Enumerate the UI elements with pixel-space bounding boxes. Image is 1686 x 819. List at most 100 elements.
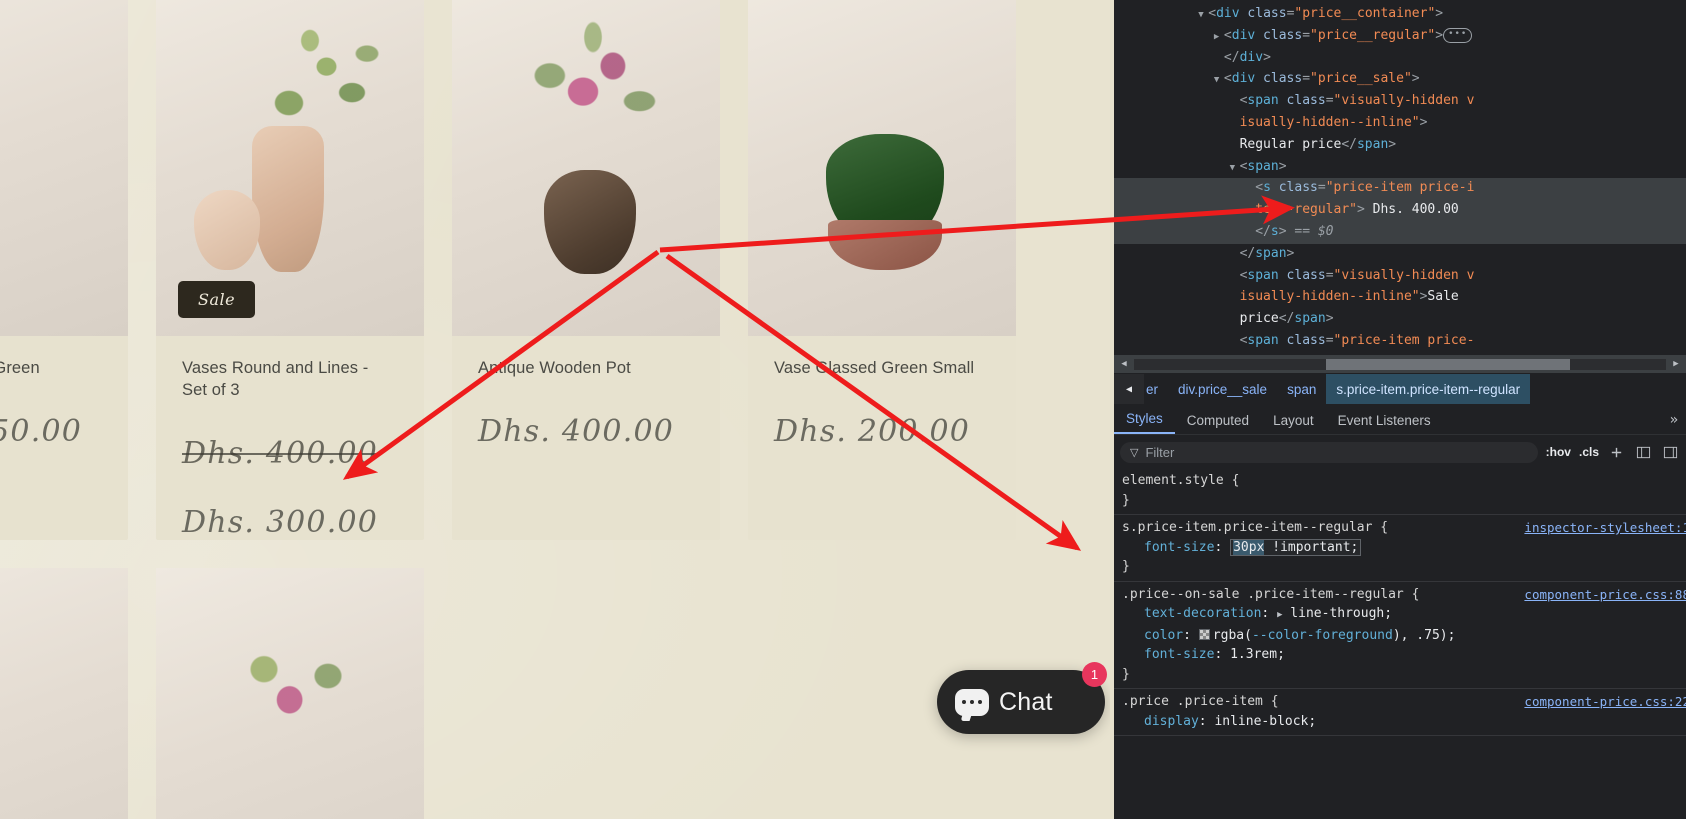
css-declaration[interactable]: color: rgba(--color-foreground), .75); — [1122, 626, 1686, 646]
dom-node-line[interactable]: ▶ <div class="price__regular"> ••• — [1114, 26, 1686, 48]
styles-filter-bar: ▽ Filter :hov .cls — [1114, 436, 1686, 469]
devtools-sidebar-tabs[interactable]: Styles Computed Layout Event Listeners » — [1114, 404, 1686, 435]
dom-node-line[interactable]: ▼ <div class="price__sale"> — [1114, 69, 1686, 91]
twisty-expanded-icon[interactable]: ▼ — [1198, 5, 1208, 26]
css-property: text-decoration — [1144, 606, 1262, 621]
product-card[interactable]: Vase Glassed Green Dhs. 250.00 — [0, 0, 128, 540]
product-card[interactable]: Sale Vases Round and Lines - Set of 3 Dh… — [156, 0, 424, 540]
collapsed-children-icon[interactable]: ••• — [1443, 27, 1473, 43]
product-photo[interactable] — [748, 0, 1016, 336]
price-item-sale: Dhs. 300.00 — [182, 504, 379, 540]
dom-node-line[interactable]: tem--regular"> Dhs. 400.00 — [1114, 200, 1686, 222]
dom-node-line[interactable]: <span class="visually-hidden v — [1114, 91, 1686, 113]
css-source-link[interactable]: component-price.css:88 — [1524, 585, 1686, 605]
dom-node-line[interactable]: <s class="price-item price-i — [1114, 178, 1686, 201]
dom-node-line[interactable]: ▼ <span> — [1114, 157, 1686, 179]
css-source-link[interactable]: inspector-stylesheet:1 — [1524, 518, 1686, 538]
tab-layout[interactable]: Layout — [1261, 406, 1326, 434]
css-rule[interactable]: .price .price-item {component-price.css:… — [1114, 689, 1686, 736]
class-toggle[interactable]: .cls — [1579, 445, 1599, 459]
styles-filter-input[interactable]: ▽ Filter — [1120, 441, 1538, 463]
product-card[interactable]: Antique Wooden Pot Dhs. 400.00 — [452, 0, 720, 540]
breadcrumb-scroll-left-icon[interactable]: ◀ — [1114, 374, 1144, 404]
chat-bubble-icon — [955, 688, 989, 716]
tabs-overflow-icon[interactable]: » — [1662, 406, 1686, 434]
css-declaration[interactable]: text-decoration: ▶ line-through; — [1122, 604, 1686, 626]
price-row: Dhs. 400.00 — [478, 414, 694, 454]
breadcrumb-item[interactable]: span — [1277, 374, 1326, 404]
chat-unread-badge: 1 — [1082, 662, 1107, 687]
expand-shorthand-icon[interactable]: ▶ — [1277, 610, 1282, 620]
breadcrumb[interactable]: ◀ er div.price__sale span s.price-item.pric… — [1114, 374, 1686, 405]
product-photo[interactable]: Sale — [156, 0, 424, 336]
breadcrumb-item[interactable]: s.price-item.price-item--regular — [1326, 374, 1531, 404]
dom-tree[interactable]: ▼ <div class="price__container"> ▶ <div cl… — [1114, 0, 1686, 362]
scroll-right-arrow-icon[interactable]: ▶ — [1666, 359, 1686, 369]
css-declaration[interactable]: font-size: 30px !important; — [1122, 538, 1686, 558]
dom-node-line[interactable]: </div> — [1114, 48, 1686, 70]
computed-styles-sidebar-icon[interactable] — [1634, 445, 1653, 460]
css-rule-close: } — [1122, 559, 1130, 574]
css-rule[interactable]: element.style {} — [1114, 468, 1686, 515]
dom-node-line[interactable]: Regular price</span> — [1114, 135, 1686, 157]
tab-event-listeners[interactable]: Event Listeners — [1326, 406, 1443, 434]
css-property: display — [1144, 713, 1199, 729]
price-item-single: Dhs. 250.00 — [0, 413, 83, 449]
dom-node-line[interactable]: isually-hidden--inline"> — [1114, 113, 1686, 135]
product-card[interactable]: Vase Glassed Green Small Dhs. 200.00 — [748, 0, 1016, 540]
dom-node-line[interactable]: <span class="visually-hidden v — [1114, 266, 1686, 288]
tab-computed[interactable]: Computed — [1175, 406, 1261, 434]
price-item-regular: Dhs. 400.00 — [182, 435, 379, 471]
price-row: Dhs. 400.00 Dhs. 300.00 — [182, 436, 398, 540]
dom-node-line[interactable]: </s> == $0 — [1114, 221, 1686, 244]
color-swatch[interactable] — [1198, 628, 1210, 640]
twisty-collapsed-icon[interactable]: ▶ — [1214, 27, 1224, 48]
css-declaration[interactable]: display: inline-block; — [1122, 712, 1686, 732]
dom-hscroll-track[interactable] — [1134, 358, 1666, 370]
product-photo[interactable] — [452, 0, 720, 336]
css-declaration[interactable]: font-size: 1.3rem; — [1122, 645, 1686, 665]
product-card[interactable] — [156, 567, 424, 819]
dom-node-line[interactable]: <span class="price-item price- — [1114, 331, 1686, 353]
breadcrumb-item[interactable]: er — [1144, 374, 1168, 404]
product-photo[interactable] — [0, 0, 128, 336]
price-row: Dhs. 250.00 — [0, 414, 102, 454]
styles-rule-list[interactable]: element.style {} s.price-item.price-item-… — [1114, 468, 1686, 819]
twisty-expanded-icon[interactable]: ▼ — [1214, 70, 1224, 91]
scroll-left-arrow-icon[interactable]: ◀ — [1114, 359, 1134, 369]
dom-node-line[interactable]: price</span> — [1114, 309, 1686, 331]
product-title: Vases Round and Lines - Set of 3 — [182, 359, 369, 399]
css-property: font-size — [1144, 647, 1215, 662]
css-source-link[interactable]: component-price.css:22 — [1524, 692, 1686, 712]
product-title: Vase Glassed Green — [0, 359, 40, 377]
chat-widget-button[interactable]: Chat 1 — [937, 662, 1107, 734]
sale-badge: Sale — [178, 281, 256, 318]
dom-hscroll-thumb[interactable] — [1325, 358, 1571, 370]
twisty-expanded-icon[interactable]: ▼ — [1230, 158, 1240, 179]
dom-node-line[interactable]: </span> — [1114, 244, 1686, 266]
css-selector[interactable]: element.style { — [1122, 471, 1686, 491]
tab-styles[interactable]: Styles — [1114, 404, 1175, 434]
product-title: Antique Wooden Pot — [478, 359, 631, 377]
dom-node-line[interactable]: ▼ <div class="price__container"> — [1114, 4, 1686, 26]
product-photo[interactable] — [0, 567, 128, 819]
product-card[interactable] — [0, 567, 128, 819]
product-photo[interactable] — [156, 567, 424, 819]
css-rule[interactable]: s.price-item.price-item--regular {inspec… — [1114, 515, 1686, 582]
product-title: Vase Glassed Green Small — [774, 359, 975, 377]
screenshot-root: Vase Glassed Green Dhs. 250.00 Sale — [0, 0, 1686, 819]
css-property: font-size — [1144, 539, 1215, 555]
price-item-single: Dhs. 200.00 — [774, 413, 971, 449]
dom-node-line[interactable]: isually-hidden--inline">Sale — [1114, 287, 1686, 309]
css-rule[interactable]: .price--on-sale .price-item--regular {co… — [1114, 582, 1686, 689]
price-row: Dhs. 200.00 — [774, 414, 990, 454]
css-rule-close: } — [1122, 492, 1130, 508]
hover-state-toggle[interactable]: :hov — [1546, 445, 1571, 459]
filter-funnel-icon: ▽ — [1130, 446, 1139, 459]
css-value-editor[interactable]: 30px !important; — [1230, 538, 1362, 556]
dom-horizontal-scrollbar[interactable]: ◀ ▶ — [1114, 355, 1686, 373]
breadcrumb-item[interactable]: div.price__sale — [1168, 374, 1277, 404]
devtools-panel: ▼ <div class="price__container"> ▶ <div cl… — [1114, 0, 1686, 819]
new-style-rule-plus-icon[interactable] — [1607, 445, 1626, 460]
toggle-sidebar-icon[interactable] — [1661, 445, 1680, 460]
